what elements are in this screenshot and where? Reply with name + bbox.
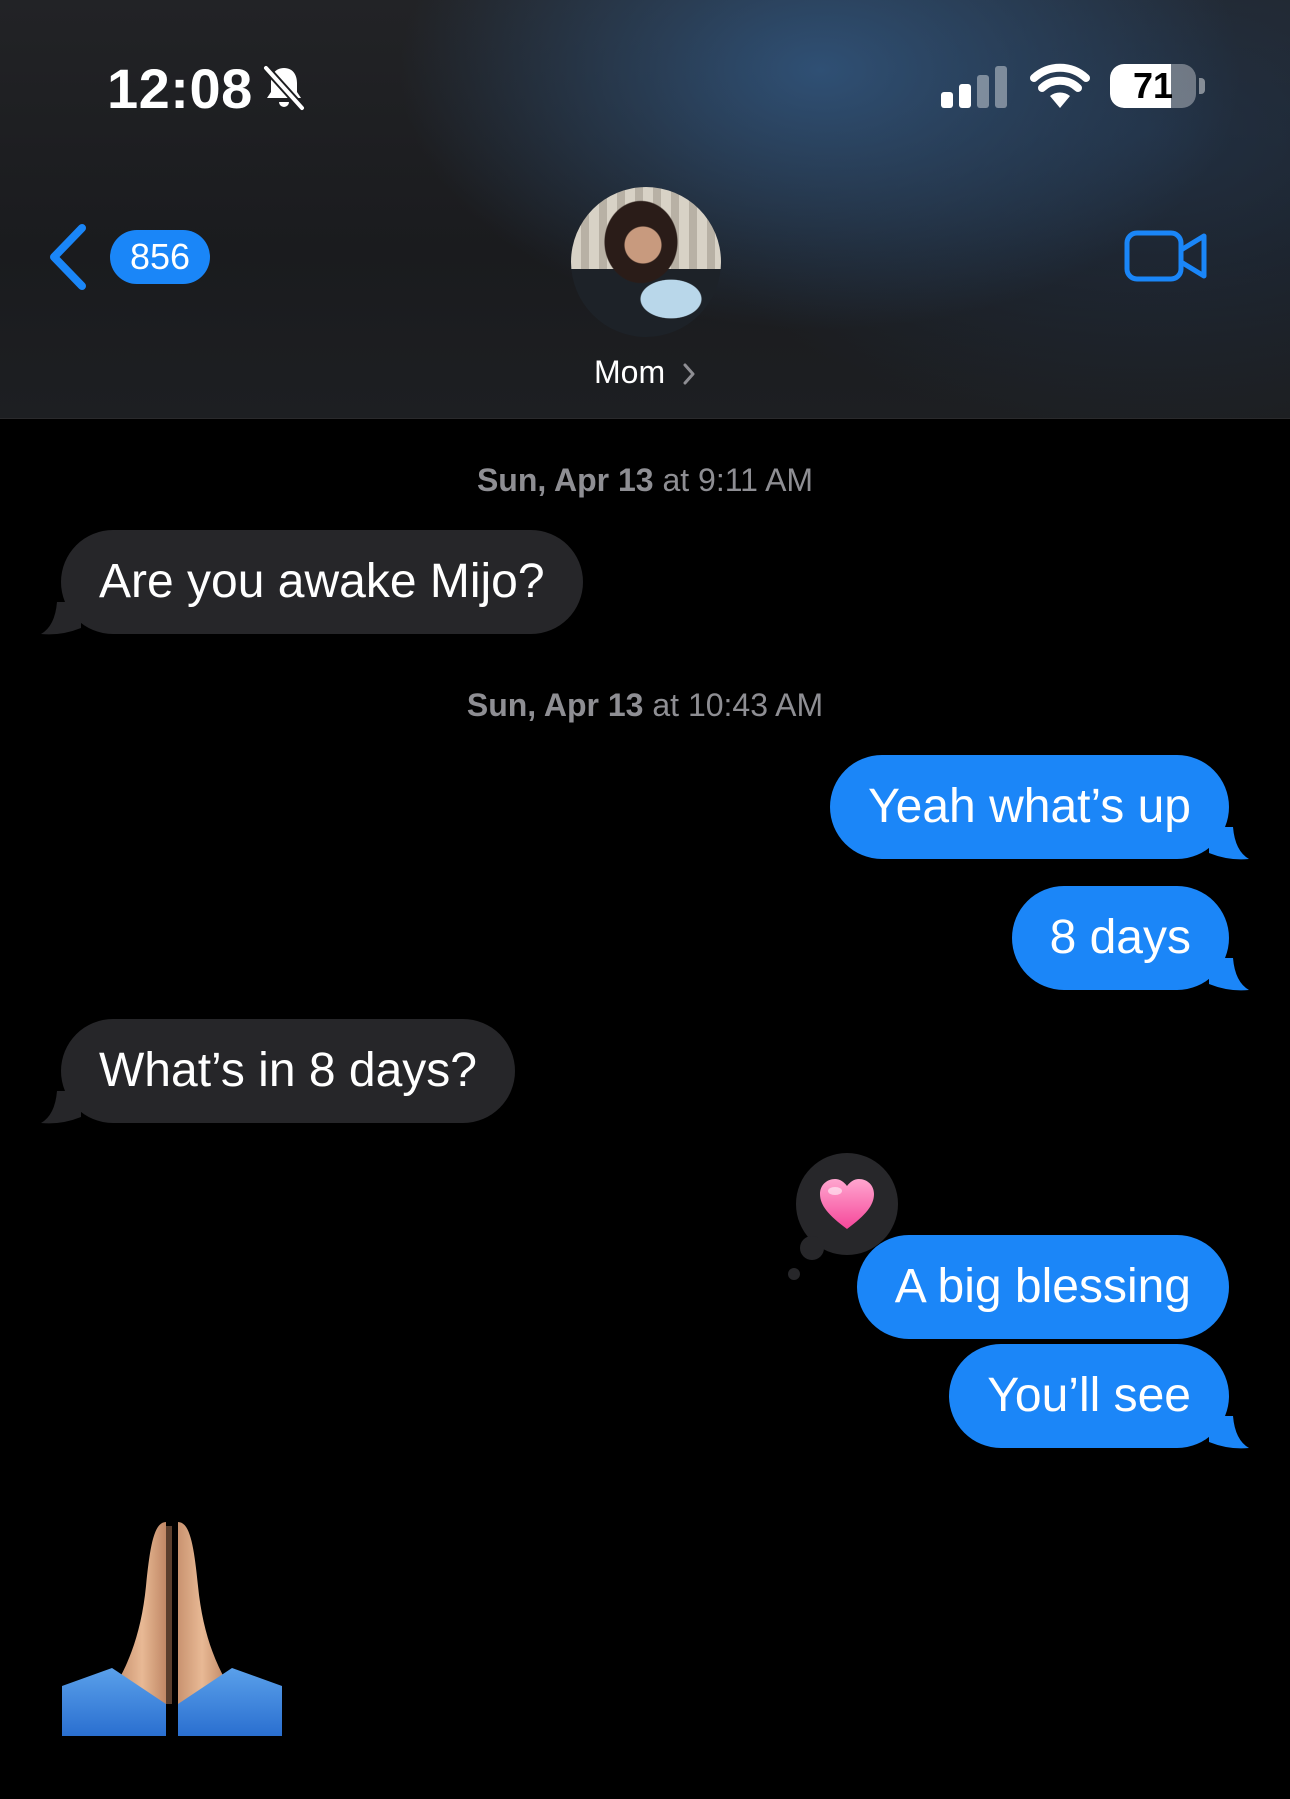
incoming-message[interactable]: What’s in 8 days? [41,1019,515,1124]
message-text: Yeah what’s up [868,780,1191,833]
cellular-signal-icon [941,66,1007,108]
tapback-tail [800,1236,824,1260]
battery-indicator: 71 [1110,64,1196,108]
bubble-tail [41,1091,81,1124]
message-text: What’s in 8 days? [99,1044,477,1097]
timestamp-at: at [643,687,688,723]
heart-icon [820,1179,874,1229]
chevron-left-icon[interactable] [48,224,88,290]
bell-slash-icon [262,64,306,112]
bubble-tail [1209,827,1249,860]
outgoing-message[interactable]: 8 days [1011,886,1249,991]
conversation-header: 12:08 71 856 Mom [0,0,1290,419]
unread-count-badge[interactable]: 856 [110,230,210,284]
outgoing-message[interactable]: A big blessing [856,1235,1229,1339]
message-text: Are you awake Mijo? [99,555,545,608]
message-text: A big blessing [894,1260,1191,1313]
outgoing-message[interactable]: Yeah what’s up [830,755,1249,860]
timestamp-time: 10:43 AM [687,687,824,723]
chevron-right-icon[interactable] [682,362,696,386]
timestamp-2: Sun, Apr 13 at 10:43 AM [0,687,1290,724]
bubble-tail [41,602,81,635]
timestamp-1: Sun, Apr 13 at 9:11 AM [0,462,1290,499]
message-text: 8 days [1049,911,1191,964]
message-text: You’ll see [987,1369,1191,1422]
timestamp-at: at [653,462,699,498]
timestamp-day: Sun, Apr 13 [476,462,654,498]
outgoing-message[interactable]: You’ll see [949,1344,1249,1449]
timestamp-time: 9:11 AM [698,462,814,498]
incoming-message[interactable]: Are you awake Mijo? [41,530,583,635]
contact-name[interactable]: Mom [594,354,665,391]
wifi-icon [1030,63,1090,108]
tapback-tail [788,1268,800,1280]
timestamp-day: Sun, Apr 13 [466,687,644,723]
folded-hands-emoji[interactable] [62,1516,282,1736]
status-time: 12:08 [107,57,253,120]
bubble-tail [1209,958,1249,991]
contact-avatar[interactable] [571,187,721,337]
video-camera-icon[interactable] [1124,228,1208,284]
battery-level: 71 [1132,65,1174,106]
bubble-tail [1209,1416,1249,1449]
battery-nub [1199,78,1205,94]
